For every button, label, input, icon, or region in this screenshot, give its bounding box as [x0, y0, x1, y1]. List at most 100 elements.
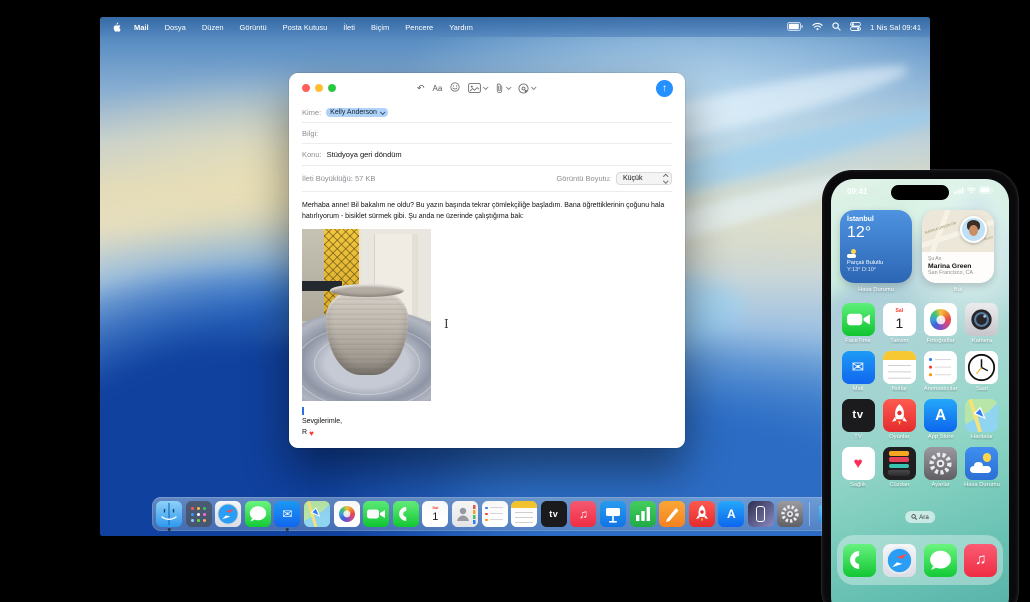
image-size-label: Görüntü Boyutu:: [556, 174, 611, 183]
emoji-button[interactable]: [450, 79, 460, 97]
photo-browser-button[interactable]: [468, 83, 487, 93]
iphone-clock: 09:41: [847, 187, 867, 196]
menu-bicim[interactable]: Biçim: [363, 23, 397, 32]
photos-icon[interactable]: [924, 303, 957, 336]
iphone-dock: ♫: [837, 535, 1003, 585]
zoom-button[interactable]: [328, 84, 336, 92]
menu-dosya[interactable]: Dosya: [157, 23, 194, 32]
numbers-icon[interactable]: [630, 501, 656, 527]
camera-icon[interactable]: [965, 303, 998, 336]
signature: R: [302, 428, 307, 439]
send-button[interactable]: ↑: [656, 80, 673, 97]
apple-tv-icon[interactable]: tv: [842, 399, 875, 432]
iphone-home-grid: FaceTime Sal1Takvim Fotoğraflar Kamera ✉…: [831, 303, 1009, 495]
calendar-icon[interactable]: Sal1: [883, 303, 916, 336]
apple-menu-icon[interactable]: [112, 22, 121, 33]
games-icon[interactable]: [883, 399, 916, 432]
calendar-icon[interactable]: Sal1: [422, 501, 448, 527]
app-store-icon[interactable]: A: [924, 399, 957, 432]
to-field[interactable]: Kime: Kelly Anderson: [302, 103, 672, 123]
notes-icon[interactable]: [511, 501, 537, 527]
safari-icon[interactable]: [883, 544, 916, 577]
pottery-photo-attachment[interactable]: [302, 229, 431, 401]
attach-button[interactable]: [495, 83, 510, 94]
music-icon[interactable]: ♫: [964, 544, 997, 577]
menu-app-name[interactable]: Mail: [126, 23, 157, 32]
settings-icon[interactable]: [924, 447, 957, 480]
wallet-icon[interactable]: [883, 447, 916, 480]
subject-label: Konu:: [302, 150, 322, 159]
games-icon[interactable]: [689, 501, 715, 527]
weather-widget[interactable]: İstanbul 12° Parçalı Bulutlu Y:13° D:10°: [840, 210, 912, 283]
wifi-icon: [967, 187, 976, 196]
facetime-icon[interactable]: [363, 501, 389, 527]
dock-separator: [809, 502, 810, 526]
mac-desktop: Mail Dosya Düzen Görüntü Posta Kutusu İl…: [100, 17, 930, 536]
search-icon[interactable]: [832, 22, 841, 33]
system-settings-icon[interactable]: [777, 501, 803, 527]
menu-yardim[interactable]: Yardım: [441, 23, 481, 32]
reminders-icon[interactable]: [924, 351, 957, 384]
messages-icon[interactable]: [245, 501, 271, 527]
window-titlebar: ↶ Aa ↑: [289, 73, 685, 103]
menu-bar-clock[interactable]: 1 Nis Sal 09:41: [870, 23, 921, 32]
reminders-icon[interactable]: [482, 501, 508, 527]
menu-ileti[interactable]: İleti: [335, 23, 363, 32]
launchpad-icon[interactable]: [186, 501, 212, 527]
notes-icon[interactable]: [883, 351, 916, 384]
wifi-icon[interactable]: [812, 22, 823, 33]
safari-icon[interactable]: [215, 501, 241, 527]
chevron-down-icon: [531, 84, 537, 90]
menu-pencere[interactable]: Pencere: [397, 23, 441, 32]
mail-icon[interactable]: ✉: [842, 351, 875, 384]
undo-icon[interactable]: ↶: [417, 83, 425, 94]
iphone-device: 09:41 İstanbul 12° Parçalı Bulutlu Y:13°…: [822, 170, 1018, 602]
pages-icon[interactable]: [659, 501, 685, 527]
partly-cloudy-icon: [847, 251, 857, 258]
contacts-icon[interactable]: [452, 501, 478, 527]
weather-icon[interactable]: [965, 447, 998, 480]
iphone-mirroring-icon[interactable]: [748, 501, 774, 527]
iphone-screen: 09:41 İstanbul 12° Parçalı Bulutlu Y:13°…: [831, 179, 1009, 602]
menu-posta-kutusu[interactable]: Posta Kutusu: [275, 23, 336, 32]
phone-icon[interactable]: [843, 544, 876, 577]
subject-field[interactable]: Konu: Stüdyoya geri döndüm: [302, 144, 672, 166]
dock: ✉ Sal1 tv ♫ A ↓: [152, 497, 868, 531]
message-size-value: 57 KB: [355, 174, 375, 183]
mail-icon[interactable]: ✉: [274, 501, 300, 527]
photos-icon[interactable]: [334, 501, 360, 527]
phone-icon[interactable]: [393, 501, 419, 527]
close-button[interactable]: [302, 84, 310, 92]
format-button[interactable]: Aa: [433, 84, 443, 93]
message-size-label: İleti Büyüklüğü:: [302, 174, 353, 183]
image-size-popup[interactable]: Küçük: [616, 172, 672, 185]
recipient-token[interactable]: Kelly Anderson: [326, 108, 388, 117]
apple-tv-icon[interactable]: tv: [541, 501, 567, 527]
menu-duzen[interactable]: Düzen: [194, 23, 232, 32]
cc-field[interactable]: Bilgi:: [302, 123, 672, 144]
spotlight-search-pill[interactable]: Ara: [905, 511, 935, 523]
finder-icon[interactable]: [156, 501, 182, 527]
maps-icon[interactable]: [304, 501, 330, 527]
heart-icon: ♥: [309, 428, 314, 440]
messages-icon[interactable]: [924, 544, 957, 577]
text-caret: [302, 407, 304, 415]
music-icon[interactable]: ♫: [570, 501, 596, 527]
clock-icon[interactable]: [965, 351, 998, 384]
battery-icon[interactable]: [787, 22, 803, 33]
maps-icon[interactable]: [965, 399, 998, 432]
subject-value: Stüdyoya geri döndüm: [327, 150, 402, 159]
chevron-down-icon: [506, 84, 512, 90]
health-icon[interactable]: ♥: [842, 447, 875, 480]
ibeam-cursor: I: [444, 317, 449, 331]
minimize-button[interactable]: [315, 84, 323, 92]
menu-goruntu[interactable]: Görüntü: [232, 23, 275, 32]
keynote-icon[interactable]: [600, 501, 626, 527]
findmy-widget[interactable]: MARINA GREEN DR MARINA BLVD Şu An Marina…: [922, 210, 994, 283]
mail-compose-window: ↶ Aa ↑ Kime:: [289, 73, 685, 448]
app-store-icon[interactable]: A: [718, 501, 744, 527]
insert-extension-button[interactable]: [518, 83, 535, 94]
facetime-icon[interactable]: [842, 303, 875, 336]
message-body[interactable]: Merhaba anne! Bil bakalım ne oldu? Bu ya…: [289, 192, 685, 440]
control-center-icon[interactable]: [850, 22, 861, 33]
